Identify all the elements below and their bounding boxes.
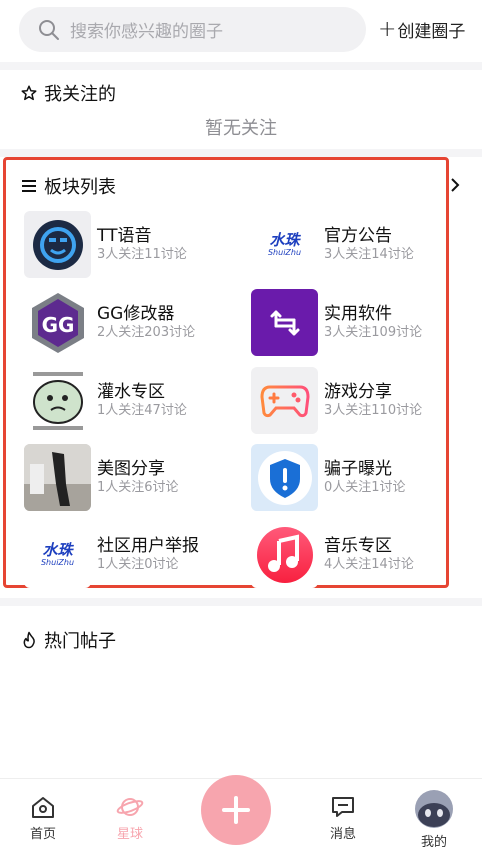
board-item-games[interactable]: 游戏分享 3人关注110讨论 — [251, 367, 422, 434]
gg-modifier-icon: GG — [24, 289, 91, 356]
following-title: 我关注的 — [20, 80, 116, 106]
shield-alert-icon — [251, 444, 318, 511]
board-name: 游戏分享 — [324, 382, 392, 402]
chevron-right-icon[interactable] — [449, 176, 461, 194]
hot-posts-title-text: 热门帖子 — [44, 631, 116, 652]
nav-me[interactable]: 我的 — [404, 789, 464, 850]
board-item-photos[interactable]: 美图分享 1人关注6讨论 — [24, 444, 179, 511]
divider — [0, 149, 482, 157]
board-item-tt-voice[interactable]: TT语音 3人关注11讨论 — [24, 211, 187, 278]
board-meta: 1人关注6讨论 — [97, 480, 179, 495]
plus-icon — [222, 796, 250, 824]
add-post-button[interactable] — [201, 775, 271, 845]
board-name: 实用软件 — [324, 304, 392, 324]
following-empty-text: 暂无关注 — [205, 118, 277, 139]
create-circle-button[interactable]: + 创建圈子 — [378, 17, 465, 42]
following-title-text: 我关注的 — [44, 84, 116, 105]
divider — [0, 62, 482, 70]
plus-icon: + — [378, 16, 397, 42]
board-meta: 3人关注14讨论 — [324, 247, 414, 262]
board-meta: 2人关注203讨论 — [97, 325, 196, 340]
svg-text:GG: GG — [41, 313, 74, 337]
board-name: GG修改器 — [97, 304, 175, 324]
shuizhu-logo: 水珠 ShuiZhu — [251, 211, 318, 278]
nav-home-label: 首页 — [29, 827, 56, 842]
divider — [0, 598, 482, 606]
avatar — [415, 790, 453, 828]
board-name: TT语音 — [97, 226, 152, 246]
board-item-chat[interactable]: 灌水专区 1人关注47讨论 — [24, 367, 187, 434]
nav-home[interactable]: 首页 — [13, 795, 73, 842]
board-meta: 1人关注0讨论 — [97, 557, 179, 572]
board-name: 官方公告 — [324, 226, 392, 246]
board-item-gg[interactable]: GG GG修改器 2人关注203讨论 — [24, 289, 195, 356]
nav-messages[interactable]: 消息 — [313, 795, 373, 842]
tt-voice-icon — [24, 211, 91, 278]
board-item-music[interactable]: 音乐专区 4人关注14讨论 — [251, 521, 414, 588]
board-name: 社区用户举报 — [97, 536, 199, 556]
home-icon — [32, 797, 54, 818]
app-page: 搜索你感兴趣的圈子 + 创建圈子 我关注的 暂无关注 板块列表 TT语音 3人关… — [0, 0, 482, 857]
nav-messages-label: 消息 — [329, 827, 356, 842]
shuizhu-logo: 水珠 ShuiZhu — [24, 521, 91, 588]
board-meta: 4人关注14讨论 — [324, 557, 414, 572]
board-item-software[interactable]: 实用软件 3人关注109讨论 — [251, 289, 422, 356]
board-name: 骗子曝光 — [324, 459, 392, 479]
board-meta: 0人关注1讨论 — [324, 480, 406, 495]
board-item-report[interactable]: 水珠 ShuiZhu 社区用户举报 1人关注0讨论 — [24, 521, 199, 588]
nav-planet[interactable]: 星球 — [100, 795, 160, 842]
board-meta: 1人关注47讨论 — [97, 403, 187, 418]
photo-thumbnail — [24, 444, 91, 511]
board-meta: 3人关注11讨论 — [97, 247, 187, 262]
board-meta: 3人关注110讨论 — [324, 403, 423, 418]
swap-arrows-icon — [251, 289, 318, 356]
gamepad-icon — [251, 367, 318, 434]
search-input[interactable]: 搜索你感兴趣的圈子 — [19, 7, 366, 52]
top-bar: 搜索你感兴趣的圈子 + 创建圈子 — [0, 0, 482, 62]
search-icon — [39, 19, 59, 40]
meme-image — [24, 367, 91, 434]
search-placeholder: 搜索你感兴趣的圈子 — [70, 22, 223, 42]
board-item-scam[interactable]: 骗子曝光 0人关注1讨论 — [251, 444, 406, 511]
music-note-icon — [251, 521, 318, 588]
nav-me-label: 我的 — [420, 835, 447, 850]
board-name: 美图分享 — [97, 459, 165, 479]
planet-icon — [116, 798, 144, 816]
nav-planet-label: 星球 — [116, 827, 143, 842]
message-icon — [332, 797, 354, 817]
board-meta: 3人关注109讨论 — [324, 325, 423, 340]
board-item-official[interactable]: 水珠 ShuiZhu 官方公告 3人关注14讨论 — [251, 211, 414, 278]
board-name: 音乐专区 — [324, 536, 392, 556]
board-name: 灌水专区 — [97, 382, 165, 402]
create-circle-label: 创建圈子 — [397, 22, 466, 42]
hot-posts-title: 热门帖子 — [20, 627, 116, 653]
flame-icon — [23, 631, 35, 649]
star-outline-icon — [21, 85, 37, 101]
